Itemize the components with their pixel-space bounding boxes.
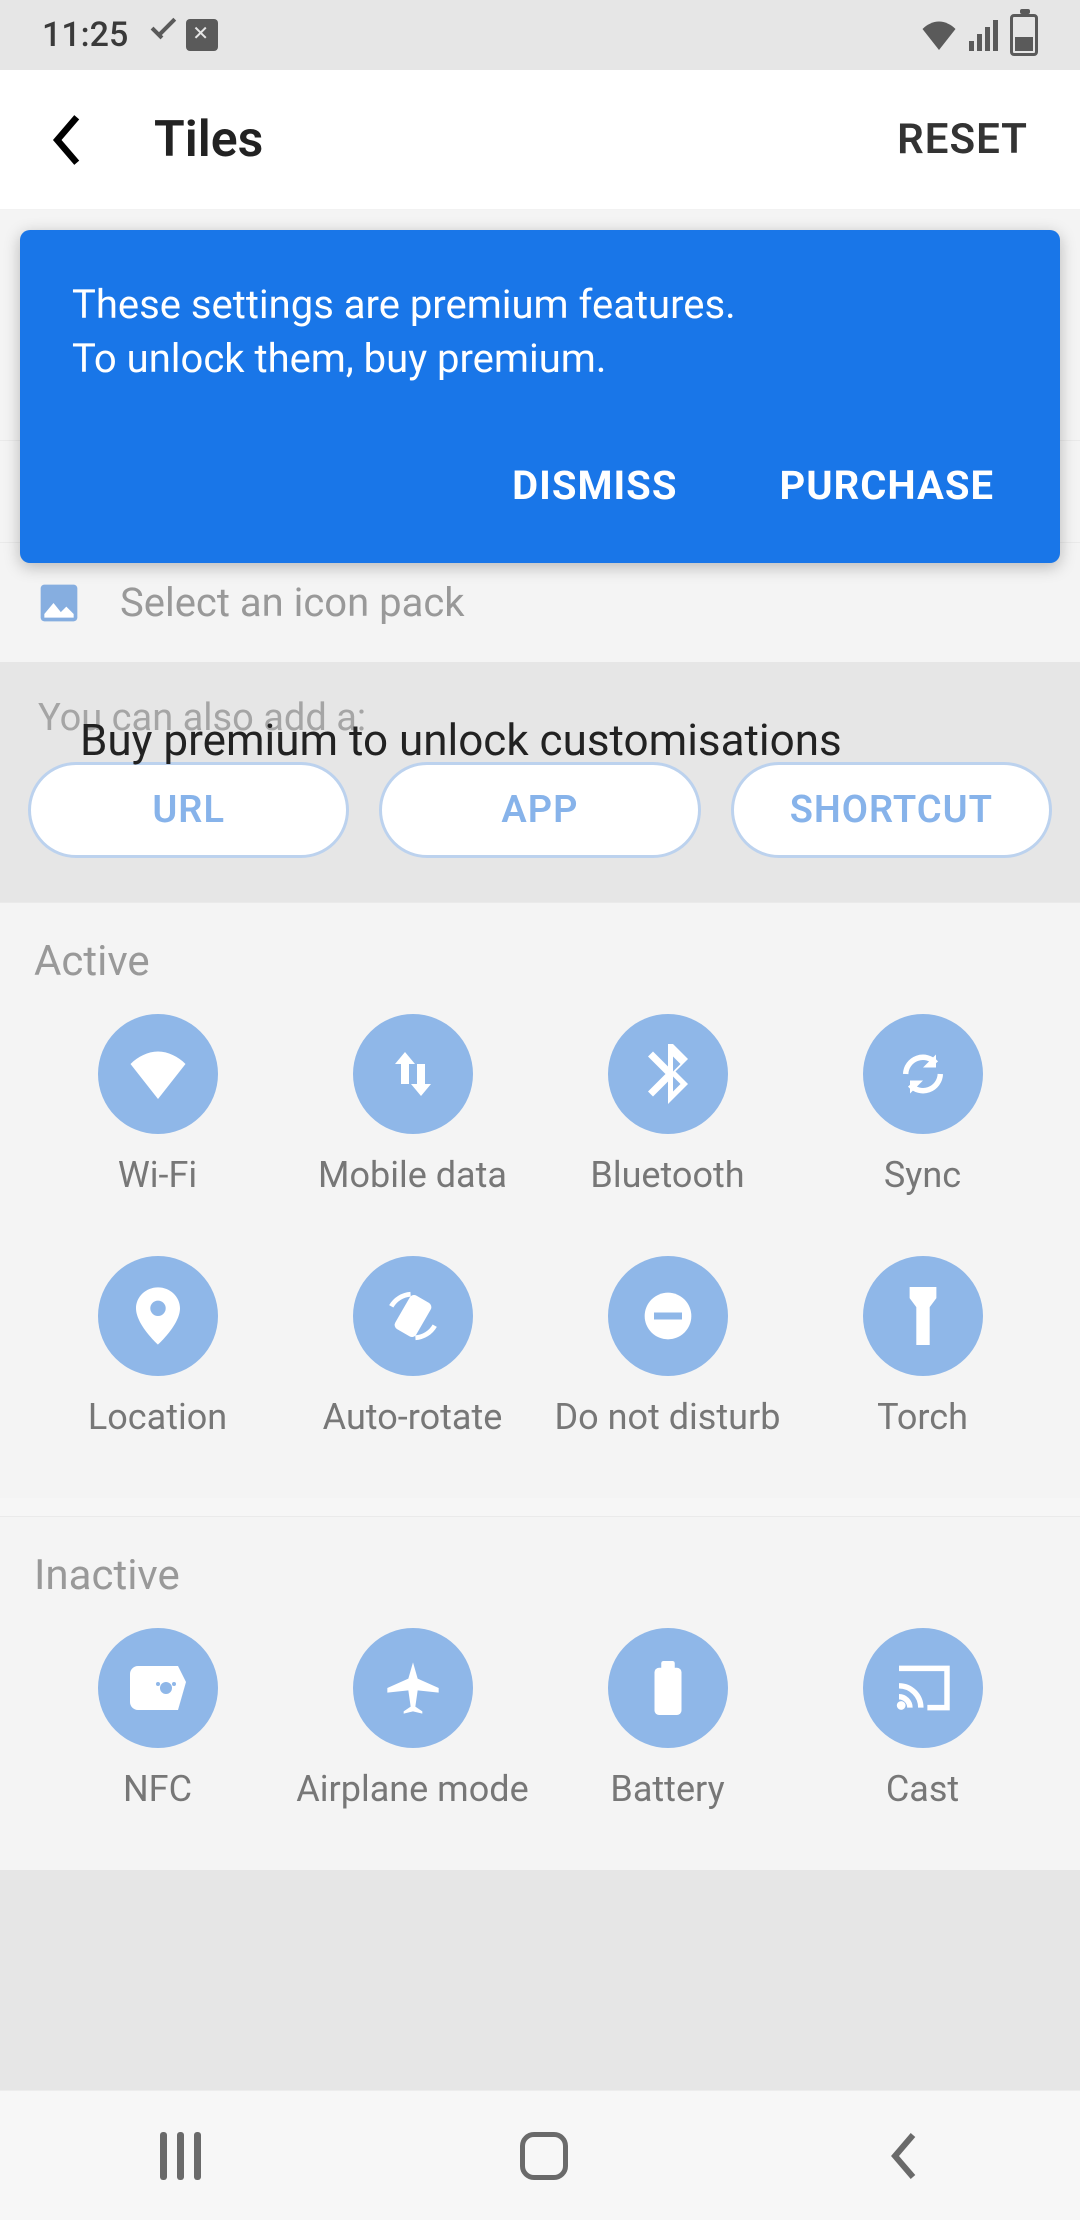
content: These settings are premium features. To …: [0, 210, 1080, 1870]
torch-icon: [863, 1256, 983, 1376]
tile-auto-rotate[interactable]: Auto-rotate: [285, 1256, 540, 1438]
tile-dnd[interactable]: Do not disturb: [540, 1256, 795, 1438]
image-icon: [36, 580, 82, 626]
banner-text: These settings are premium features. To …: [72, 278, 1008, 386]
add-row: You can also add a: Buy premium to unloc…: [0, 662, 1080, 902]
signal-icon: [969, 19, 998, 51]
sync-icon: [863, 1014, 983, 1134]
tile-label: Auto-rotate: [323, 1396, 503, 1438]
inactive-section: Inactive NFC Airplane mode Battery: [0, 1516, 1080, 1870]
tile-nfc[interactable]: NFC: [30, 1628, 285, 1810]
premium-tooltip: Buy premium to unlock customisations: [80, 714, 842, 766]
tile-cast[interactable]: Cast: [795, 1628, 1050, 1810]
tile-mobile-data[interactable]: Mobile data: [285, 1014, 540, 1196]
tile-label: Airplane mode: [296, 1768, 528, 1810]
navigation-bar: [0, 2090, 1080, 2220]
tile-label: Location: [88, 1396, 227, 1438]
page-title: Tiles: [154, 111, 263, 169]
back-button[interactable]: [40, 104, 94, 176]
data-arrows-icon: [353, 1014, 473, 1134]
tile-label: Do not disturb: [555, 1396, 781, 1438]
tile-location[interactable]: Location: [30, 1256, 285, 1438]
tile-label: Cast: [886, 1768, 959, 1810]
nav-recents-button[interactable]: [160, 2132, 201, 2180]
icon-pack-label: Select an icon pack: [120, 579, 465, 626]
dnd-icon: [608, 1256, 728, 1376]
add-url-chip[interactable]: URL: [28, 762, 349, 858]
tile-label: Battery: [610, 1768, 724, 1810]
nav-home-button[interactable]: [520, 2132, 568, 2180]
status-bar: 11:25: [0, 0, 1080, 70]
active-header: Active: [34, 937, 1050, 986]
tile-airplane[interactable]: Airplane mode: [285, 1628, 540, 1810]
tile-label: Wi-Fi: [118, 1154, 197, 1196]
battery-icon: [1010, 14, 1038, 56]
inactive-header: Inactive: [34, 1551, 1050, 1600]
tile-label: Sync: [884, 1154, 961, 1196]
close-icon: [186, 19, 218, 51]
tile-wifi[interactable]: Wi-Fi: [30, 1014, 285, 1196]
add-app-chip[interactable]: APP: [379, 762, 700, 858]
premium-banner: These settings are premium features. To …: [20, 230, 1060, 563]
battery-icon: [608, 1628, 728, 1748]
banner-line1: These settings are premium features.: [72, 278, 1008, 332]
app-bar: Tiles RESET: [0, 70, 1080, 210]
tile-bluetooth[interactable]: Bluetooth: [540, 1014, 795, 1196]
location-pin-icon: [98, 1256, 218, 1376]
bluetooth-icon: [608, 1014, 728, 1134]
tile-label: NFC: [123, 1768, 192, 1810]
tile-torch[interactable]: Torch: [795, 1256, 1050, 1438]
airplane-icon: [353, 1628, 473, 1748]
status-notif-icons: [148, 19, 218, 51]
cast-icon: [863, 1628, 983, 1748]
purchase-button[interactable]: PURCHASE: [773, 452, 1000, 519]
wifi-icon: [98, 1014, 218, 1134]
tile-label: Bluetooth: [590, 1154, 744, 1196]
nav-back-button[interactable]: [888, 2132, 920, 2180]
status-system-icons: [921, 14, 1038, 56]
status-time: 11:25: [42, 15, 128, 55]
dismiss-button[interactable]: DISMISS: [506, 452, 683, 519]
tile-label: Mobile data: [318, 1154, 507, 1196]
add-shortcut-chip[interactable]: SHORTCUT: [731, 762, 1052, 858]
reset-button[interactable]: RESET: [885, 103, 1040, 176]
wifi-icon: [921, 20, 957, 50]
tile-sync[interactable]: Sync: [795, 1014, 1050, 1196]
tile-label: Torch: [877, 1396, 968, 1438]
check-icon: [148, 21, 176, 49]
rotate-icon: [353, 1256, 473, 1376]
banner-line2: To unlock them, buy premium.: [72, 332, 1008, 386]
nfc-tag-icon: [98, 1628, 218, 1748]
tile-battery[interactable]: Battery: [540, 1628, 795, 1810]
active-section: Active Wi-Fi Mobile data Bluetooth: [0, 902, 1080, 1498]
